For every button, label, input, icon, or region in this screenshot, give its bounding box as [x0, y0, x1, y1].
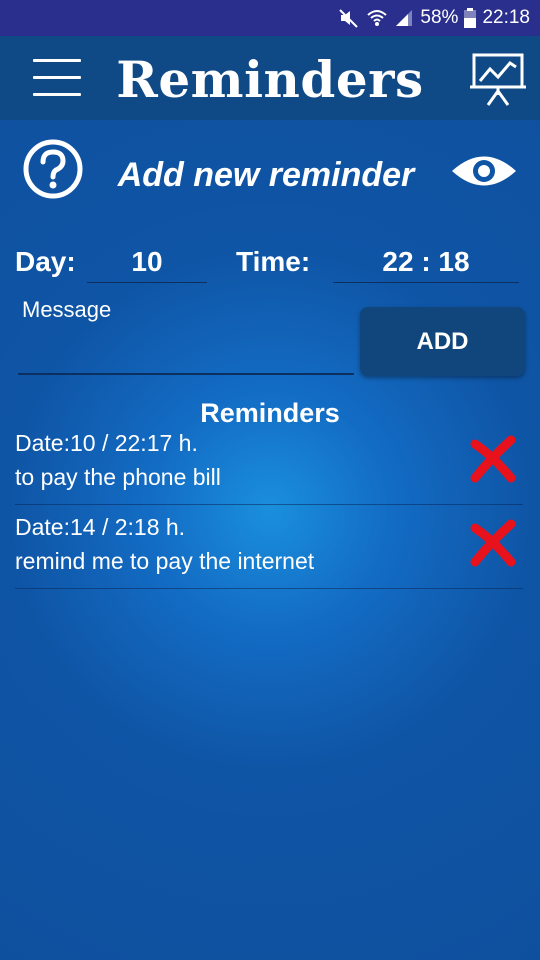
add-button[interactable]: ADD — [360, 307, 525, 376]
wifi-icon — [366, 7, 388, 29]
day-field[interactable]: 10 — [87, 242, 207, 283]
reminder-date: Date:10 / 22:17 h. — [15, 430, 198, 456]
presentation-chart-icon[interactable] — [470, 51, 526, 107]
message-input[interactable] — [18, 335, 354, 375]
signal-icon — [394, 8, 414, 28]
reminder-message: remind me to pay the internet — [15, 548, 315, 574]
reminder-message: to pay the phone bill — [15, 464, 221, 490]
status-bar: 58% 22:18 — [0, 0, 540, 36]
battery-percent: 58% — [420, 7, 459, 28]
delete-icon[interactable] — [467, 434, 519, 486]
reminder-date: Date:14 / 2:18 h. — [15, 514, 186, 540]
battery-icon — [464, 8, 477, 28]
reminder-item: Date:14 / 2:18 h. remind me to pay the i… — [15, 506, 523, 589]
mute-icon — [338, 7, 360, 29]
message-label: Message — [22, 297, 112, 322]
delete-icon[interactable] — [467, 518, 519, 570]
time-field[interactable]: 22 : 18 — [333, 242, 519, 283]
app-bar: Reminders — [0, 36, 540, 120]
day-label: Day: — [15, 246, 76, 277]
reminder-item: Date:10 / 22:17 h. to pay the phone bill — [15, 422, 523, 505]
time-label: Time: — [236, 246, 311, 277]
clock: 22:18 — [482, 7, 530, 28]
eye-icon[interactable] — [450, 150, 518, 192]
app-title: Reminders — [116, 50, 424, 109]
